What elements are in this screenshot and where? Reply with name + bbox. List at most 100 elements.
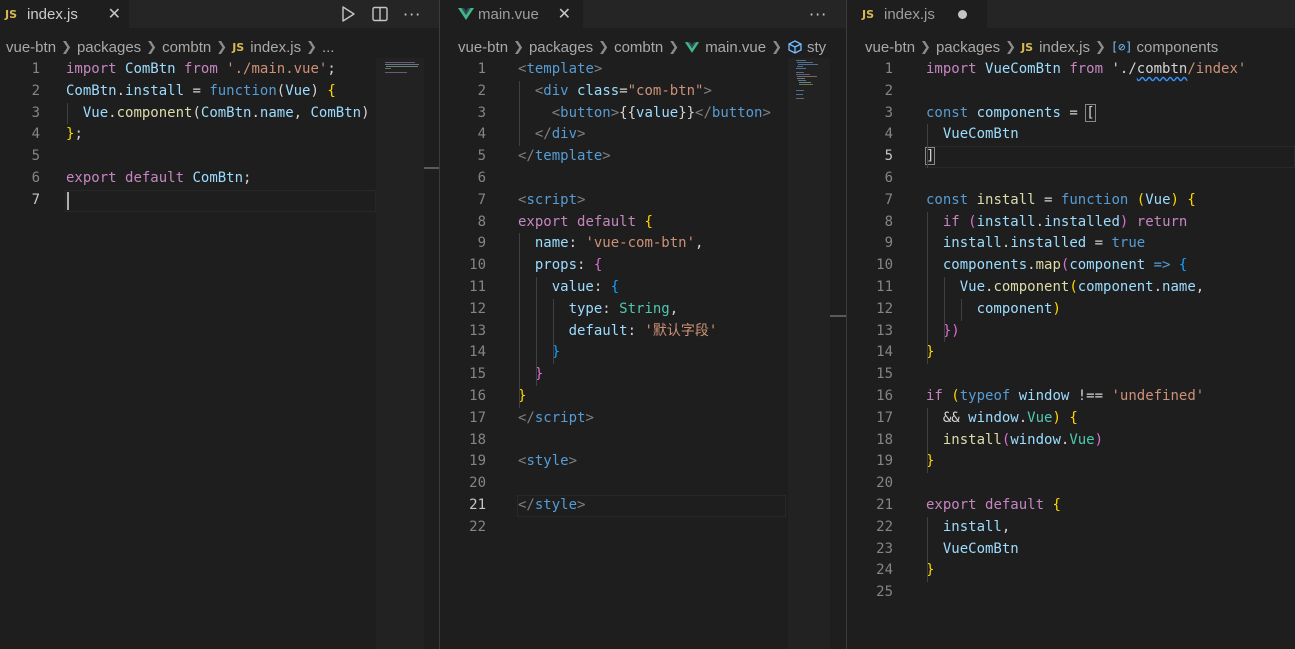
code-line[interactable]: 14 } (440, 342, 846, 364)
code-line[interactable]: 2 (847, 81, 1295, 103)
breadcrumb-item[interactable]: index.js (250, 39, 301, 56)
line-number: 6 (477, 169, 486, 186)
code-line[interactable]: 4}; (0, 124, 439, 146)
code-text: <div class="com-btn"> (534, 82, 712, 99)
code-text: } (534, 366, 544, 383)
code-line[interactable]: 6 export default ComBtn; (0, 168, 439, 190)
code-line[interactable]: 16} (440, 386, 846, 408)
code-line[interactable]: 10 props: { (440, 255, 846, 277)
code-line[interactable]: 18 install(window.Vue) (847, 430, 1295, 452)
code-line[interactable]: 10 components.map(component => { (847, 255, 1295, 277)
code-line[interactable]: 11 value: { (440, 277, 846, 299)
code-line[interactable]: 3 Vue.component(ComBtn.name, ComBtn) (0, 103, 439, 125)
breadcrumb-item[interactable]: vue-btn (6, 39, 56, 56)
code-line[interactable]: 6 (847, 168, 1295, 190)
line-number: 1 (31, 61, 40, 77)
code-line[interactable]: 2 ComBtn.install = function(Vue) { (0, 81, 439, 103)
code-line[interactable]: 1 import ComBtn from './main.vue'; (0, 59, 439, 81)
breadcrumb-item[interactable]: packages (936, 39, 1000, 56)
line-number: 15 (469, 366, 486, 383)
code-line[interactable]: 12 component) (847, 299, 1295, 321)
code-line[interactable]: 13 }) (847, 321, 1295, 343)
code-line[interactable]: 9 install.installed = true (847, 233, 1295, 255)
code-line[interactable]: 6 (440, 168, 846, 190)
code-line[interactable]: 7 <script> (440, 190, 846, 212)
code-line[interactable]: 3 <button>{{value}}</button> (440, 103, 846, 125)
code-line[interactable]: 4 </div> (440, 124, 846, 146)
code-line[interactable]: 25 (847, 582, 1295, 604)
code-line[interactable]: 19} (847, 451, 1295, 473)
breadcrumb-item[interactable]: components (1137, 39, 1219, 56)
breadcrumb-item[interactable]: packages (77, 39, 141, 56)
code-text: props: { (534, 257, 603, 274)
code-area[interactable]: 1 import VueComBtn from './combtn/index' 2… (847, 59, 1295, 604)
code-line[interactable]: 16 if (typeof window !== 'undefined' (847, 386, 1295, 408)
code-line[interactable]: 5 </template> (440, 146, 846, 168)
code-line[interactable]: 7 const install = function (Vue) { (847, 190, 1295, 212)
code-line[interactable]: 9 name: 'vue-com-btn', (440, 233, 846, 255)
code-line[interactable]: 22 (440, 517, 846, 539)
code-line[interactable]: 12 type: String, (440, 299, 846, 321)
breadcrumb-item[interactable]: combtn (162, 39, 211, 56)
code-line[interactable]: 21 </style> (440, 494, 846, 517)
code-line[interactable]: 20 (847, 473, 1295, 495)
code-line[interactable]: 1 <template> (440, 59, 846, 81)
editor-actions: ··· (809, 0, 827, 28)
run-icon[interactable] (339, 5, 357, 23)
minimap[interactable] (788, 58, 830, 649)
code-line[interactable]: 4 VueComBtn (847, 124, 1295, 146)
code-line[interactable]: 15 (847, 364, 1295, 386)
code-line[interactable]: 8 if (install.installed) return (847, 212, 1295, 234)
code-text: </style> (518, 496, 586, 513)
tab-index-js[interactable]: JS index.js ✕ (0, 0, 129, 28)
more-actions-icon[interactable]: ··· (403, 5, 421, 24)
breadcrumb-item[interactable]: combtn (614, 39, 663, 56)
more-actions-icon[interactable]: ··· (809, 5, 827, 24)
breadcrumb-item[interactable]: vue-btn (865, 39, 915, 56)
chevron-right-icon: ❯ (61, 39, 72, 54)
breadcrumb-item[interactable]: vue-btn (458, 39, 508, 56)
indent-guide (67, 102, 68, 125)
line-number: 12 (876, 300, 893, 317)
breadcrumb-item[interactable]: ... (322, 39, 335, 56)
line-number: 14 (469, 344, 486, 361)
code-line[interactable]: 22 install, (847, 517, 1295, 539)
code-line[interactable]: 18 (440, 430, 846, 452)
code-line[interactable]: 2 <div class="com-btn"> (440, 81, 846, 103)
code-line[interactable]: 20 (440, 473, 846, 495)
code-line[interactable]: 24} (847, 560, 1295, 582)
tab-main-vue[interactable]: main.vue ✕ (440, 0, 583, 28)
code-line[interactable]: 3 const components = [ (847, 103, 1295, 125)
line-number: 14 (876, 344, 893, 361)
breadcrumb-item[interactable]: index.js (1039, 39, 1090, 56)
code-area[interactable]: 1 import ComBtn from './main.vue'; 2 ComBtn… (0, 59, 439, 212)
unsaved-dot-icon[interactable] (958, 9, 967, 19)
code-line[interactable]: 19 <style> (440, 451, 846, 473)
code-line[interactable]: 23 VueComBtn (847, 539, 1295, 561)
breadcrumb-item[interactable]: main.vue (705, 39, 766, 56)
code-line[interactable]: 15 } (440, 364, 846, 386)
js-icon: JS (1021, 40, 1034, 54)
code-line[interactable]: 5 (0, 146, 439, 168)
minimap[interactable] (376, 58, 424, 649)
tab-label: index.js (27, 5, 78, 23)
code-line[interactable]: 14} (847, 342, 1295, 364)
code-line[interactable]: 5] (847, 146, 1295, 168)
close-icon[interactable]: ✕ (108, 4, 121, 24)
code-line[interactable]: 11 Vue.component(component.name, (847, 277, 1295, 299)
code-line[interactable]: 1 import VueComBtn from './combtn/index' (847, 59, 1295, 81)
code-area[interactable]: 1 <template> 2 <div class="com-btn"> 3 <but… (440, 59, 846, 539)
code-line[interactable]: 8 export default { (440, 212, 846, 234)
close-icon[interactable]: ✕ (558, 4, 571, 24)
code-line[interactable]: 7 (0, 189, 439, 212)
code-line[interactable]: 13 default: '默认字段' (440, 321, 846, 343)
code-line[interactable]: 21 export default { (847, 495, 1295, 517)
split-editor-icon[interactable] (371, 5, 389, 23)
scrollbar-marker (830, 315, 846, 317)
breadcrumb-item[interactable]: sty (807, 39, 826, 56)
code-line[interactable]: 17 && window.Vue) { (847, 408, 1295, 430)
code-line[interactable]: 17 </script> (440, 408, 846, 430)
line-number: 11 (469, 278, 486, 295)
breadcrumb-item[interactable]: packages (529, 39, 593, 56)
tab-index-js-modified[interactable]: JS index.js (847, 0, 987, 28)
